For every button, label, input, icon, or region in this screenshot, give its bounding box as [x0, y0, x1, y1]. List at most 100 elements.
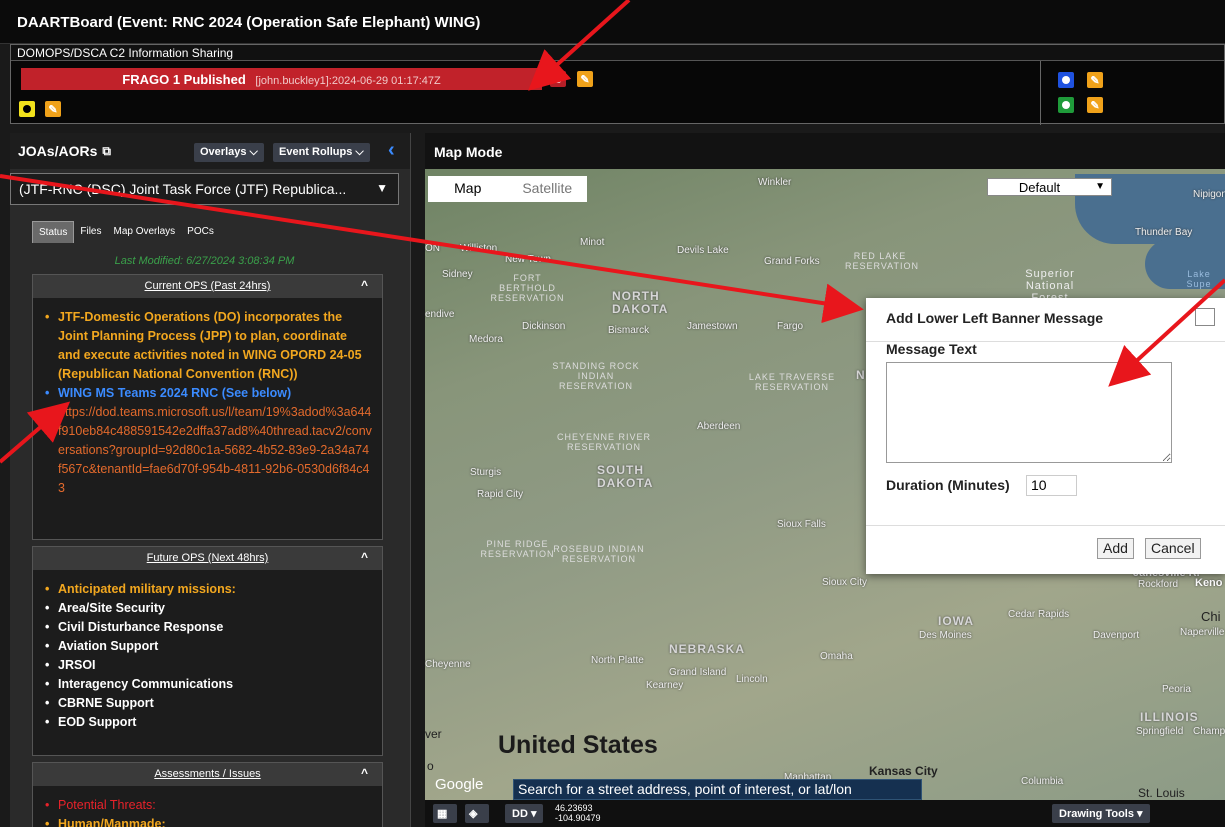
wrench-icon[interactable]: ✎	[45, 101, 61, 117]
locate-icon[interactable]: ◈	[465, 804, 489, 823]
teams-link[interactable]: https://dod.teams.microsoft.us/l/team/19…	[45, 403, 372, 498]
map-label: endive	[425, 309, 455, 320]
joa-panel: JOAs/AORs ⧉ Overlays ⌵ Event Rollups ⌵ ‹…	[10, 133, 411, 827]
frago-meta: [john.buckley1]:2024-06-29 01:17:47Z	[255, 75, 441, 87]
reservation-label: FORT BERTHOLD RESERVATION	[490, 273, 565, 303]
collapse-chevron-icon[interactable]: ‹	[388, 139, 395, 162]
state-label: N	[856, 368, 866, 382]
coordinate-format-dropdown[interactable]: DD ▾	[505, 804, 544, 823]
reservation-label: Lake Supe	[1186, 269, 1212, 289]
collapse-icon: ^	[360, 766, 368, 780]
add-message-icon[interactable]	[550, 71, 566, 87]
add-banner-icon[interactable]	[19, 101, 35, 117]
duration-input[interactable]: 10	[1026, 475, 1077, 496]
map-label: Sidney	[442, 269, 473, 280]
list-item: Interagency Communications	[45, 675, 372, 694]
map-style-select[interactable]: Default ▼	[987, 178, 1112, 196]
drawing-tools-dropdown[interactable]: Drawing Tools ▾	[1052, 804, 1150, 823]
list-item: Civil Disturbance Response	[45, 618, 372, 637]
task-force-select[interactable]: (JTF-RNC (DSC) Joint Task Force (JTF) Re…	[10, 173, 399, 205]
collapse-icon: ^	[360, 278, 368, 292]
banner-panel: DOMOPS/DSCA C2 Information Sharing FRAGO…	[10, 44, 1225, 125]
state-label: SOUTH DAKOTA	[597, 463, 654, 490]
list-item: JTF-Domestic Operations (DO) incorporate…	[45, 308, 372, 384]
reservation-label: LAKE TRAVERSE RESERVATION	[748, 372, 836, 392]
add-button[interactable]: Add	[1097, 538, 1134, 559]
reservation-label: STANDING ROCK INDIAN RESERVATION	[552, 361, 640, 391]
layers-icon[interactable]: ▦	[433, 804, 457, 823]
map-label: Devils Lake	[677, 245, 729, 256]
map-label: Omaha	[820, 651, 853, 662]
current-ops-header[interactable]: Current OPS (Past 24hrs) ^	[33, 275, 382, 298]
wrench-icon[interactable]: ✎	[1087, 72, 1103, 88]
map-type-toggle: Map Satellite	[428, 176, 587, 202]
tab-map-overlays[interactable]: Map Overlays	[107, 221, 181, 243]
satellite-tab[interactable]: Satellite	[508, 176, 588, 202]
panel-title: JOAs/AORs	[18, 143, 98, 159]
list-item: CBRNE Support	[45, 694, 372, 713]
caret-down-icon: ▼	[376, 181, 388, 195]
wrench-icon[interactable]: ✎	[577, 71, 593, 87]
add-banner-dialog: Add Lower Left Banner Message Message Te…	[866, 298, 1225, 574]
map-tab[interactable]: Map	[428, 176, 508, 202]
message-text-input[interactable]	[886, 362, 1172, 463]
state-label: IOWA	[938, 614, 974, 628]
list-item[interactable]: WING MS Teams 2024 RNC (See below)	[45, 384, 372, 403]
map-label: Winkler	[758, 177, 792, 188]
map-label: Peoria	[1162, 684, 1191, 695]
add-banner-icon[interactable]	[1058, 72, 1074, 88]
banner-header: DOMOPS/DSCA C2 Information Sharing	[11, 45, 1224, 61]
map-label: Kearney	[646, 680, 684, 691]
map-label: Sioux Falls	[777, 519, 826, 530]
map-label: Grand Forks	[764, 256, 820, 267]
map-label: Cedar Rapids	[1008, 609, 1070, 620]
add-banner-icon[interactable]	[1058, 97, 1074, 113]
map-label: Sioux City	[822, 577, 868, 588]
tab-pocs[interactable]: POCs	[181, 221, 220, 243]
banner-left: FRAGO 1 Published [john.buckley1]:2024-0…	[11, 61, 1041, 125]
map-label: Williston	[460, 243, 498, 254]
collapse-icon: ^	[360, 550, 368, 564]
frago-banner[interactable]: FRAGO 1 Published [john.buckley1]:2024-0…	[21, 68, 542, 90]
map-search-input[interactable]: Search for a street address, point of in…	[513, 779, 922, 800]
tab-files[interactable]: Files	[74, 221, 107, 243]
map-label: New Town	[505, 254, 551, 265]
map-label: Grand Island	[669, 667, 727, 678]
map-label: Cheyenne	[425, 659, 471, 670]
map-label: Lincoln	[736, 674, 768, 685]
map-label: Springfield	[1136, 726, 1184, 737]
state-label: ILLINOIS	[1140, 710, 1199, 724]
map-label: ON	[425, 243, 440, 254]
event-rollups-dropdown[interactable]: Event Rollups ⌵	[273, 143, 370, 162]
assessments-header[interactable]: Assessments / Issues ^	[33, 763, 382, 786]
map-label: o	[427, 759, 434, 773]
map-label: Columbia	[1021, 776, 1064, 787]
reservation-label: PINE RIDGE RESERVATION	[480, 539, 555, 559]
map-label: Kansas City	[869, 764, 938, 778]
future-ops-header[interactable]: Future OPS (Next 48hrs) ^	[33, 547, 382, 570]
list-item: Potential Threats:	[45, 796, 372, 815]
reservation-label: ROSEBUD INDIAN RESERVATION	[553, 544, 645, 564]
detail-tabs: Status Files Map Overlays POCs	[32, 221, 220, 243]
overlays-dropdown[interactable]: Overlays ⌵	[194, 143, 264, 162]
list-item: Area/Site Security	[45, 599, 372, 618]
state-label: NORTH DAKOTA	[612, 289, 669, 316]
wrench-icon[interactable]: ✎	[1087, 97, 1103, 113]
app-title: DAARTBoard (Event: RNC 2024 (Operation S…	[0, 0, 1225, 44]
frago-text: FRAGO 1 Published	[122, 72, 246, 87]
map-label: Champaig	[1193, 726, 1225, 737]
dialog-close-box[interactable]	[1195, 308, 1215, 326]
google-logo: Google	[435, 776, 484, 793]
map-label: Rapid City	[477, 489, 524, 500]
assessments-section: Assessments / Issues^ Potential Threats:…	[32, 762, 383, 827]
map-label: Minot	[580, 237, 605, 248]
map-label: Keno	[1195, 577, 1223, 589]
tab-status[interactable]: Status	[32, 221, 75, 243]
map-label: Medora	[469, 334, 503, 345]
external-link-icon[interactable]: ⧉	[102, 144, 111, 159]
map-label: ver	[425, 727, 442, 741]
map-label: Naperville	[1180, 627, 1225, 638]
last-modified: Last Modified: 6/27/2024 3:08:34 PM	[114, 255, 295, 267]
cancel-button[interactable]: Cancel	[1145, 538, 1201, 559]
map-label: Dickinson	[522, 321, 566, 332]
